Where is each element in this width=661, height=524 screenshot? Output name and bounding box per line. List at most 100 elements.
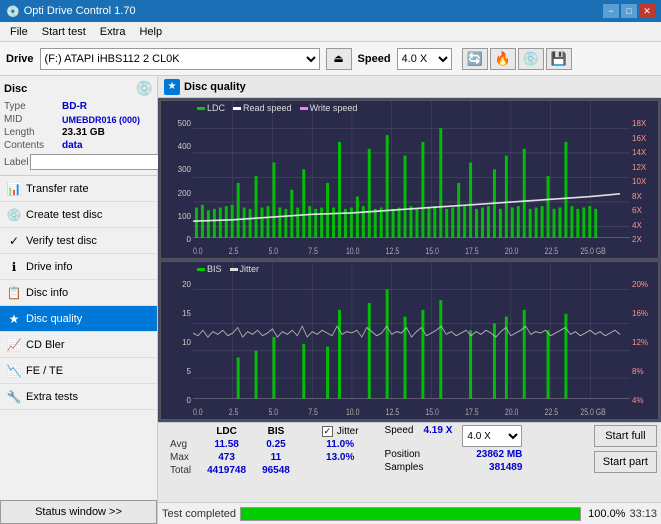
svg-text:5.0: 5.0: [268, 406, 278, 417]
disc-quality-header: ★ Disc quality: [158, 76, 661, 98]
drive-info-label: Drive info: [26, 261, 72, 273]
disc-quality-icon: ★: [6, 311, 22, 327]
ldc-legend: LDC Read speed Write speed: [197, 103, 357, 113]
refresh-icon[interactable]: 🔄: [462, 48, 488, 70]
menu-start-test[interactable]: Start test: [36, 24, 92, 40]
stats-table: LDC BIS ✓ Jitter Avg 11: [162, 425, 367, 477]
sidebar-item-cd-bler[interactable]: 📈 CD Bler: [0, 332, 157, 358]
menu-file[interactable]: File: [4, 24, 34, 40]
max-jitter: 13.0%: [314, 451, 367, 464]
drive-info-icon: ℹ: [6, 259, 22, 275]
svg-text:17.5: 17.5: [465, 245, 479, 256]
drivebar: Drive (F:) ATAPI iHBS112 2 CL0K ⏏ Speed …: [0, 42, 661, 76]
fe-te-label: FE / TE: [26, 365, 63, 377]
max-bis: 11: [254, 451, 298, 464]
label-input[interactable]: [30, 154, 164, 170]
progress-bar-fill: [241, 508, 580, 520]
avg-label: Avg: [162, 438, 199, 451]
speed-dropdown[interactable]: 4.0 X: [462, 425, 522, 447]
label-label: Label: [4, 157, 28, 168]
extra-tests-label: Extra tests: [26, 391, 78, 403]
mid-label: MID: [4, 114, 62, 125]
speed-value: 4.19 X: [423, 425, 452, 447]
bis-chart-inner: BIS Jitter: [193, 262, 630, 419]
speed-select[interactable]: 4.0 X: [397, 48, 452, 70]
svg-text:17.5: 17.5: [465, 406, 479, 417]
svg-text:22.5: 22.5: [545, 245, 559, 256]
ldc-chart-svg: 0.0 2.5 5.0 7.5 10.0 12.5 15.0 17.5 20.0…: [193, 101, 630, 258]
svg-text:10.0: 10.0: [346, 245, 360, 256]
bis-chart-svg: 0.0 2.5 5.0 7.5 10.0 12.5 15.0 17.5 20.0…: [193, 262, 630, 419]
extra-tests-icon: 🔧: [6, 389, 22, 405]
start-part-button[interactable]: Start part: [594, 451, 657, 473]
sidebar-item-drive-info[interactable]: ℹ Drive info: [0, 254, 157, 280]
sidebar-item-verify-test-disc[interactable]: ✓ Verify test disc: [0, 228, 157, 254]
speed-info: Speed 4.19 X 4.0 X Position 23862 MB Sam…: [385, 425, 523, 473]
max-row: Max 473 11 13.0%: [162, 451, 367, 464]
jitter-section: ✓ Jitter: [322, 426, 359, 437]
disc-icon[interactable]: 💿: [518, 48, 544, 70]
write-speed-color-dot: [300, 107, 308, 110]
disc-quality-header-icon: ★: [164, 79, 180, 95]
position-value: 23862 MB: [476, 449, 522, 460]
sidebar-item-disc-info[interactable]: 📋 Disc info: [0, 280, 157, 306]
disc-panel: Disc 💿 Type BD-R MID UMEBDR016 (000) Len…: [0, 76, 157, 176]
jitter-checkbox[interactable]: ✓: [322, 426, 333, 437]
total-ldc: 4419748: [199, 464, 254, 477]
app-icon: 💿: [6, 5, 20, 18]
verify-test-disc-icon: ✓: [6, 233, 22, 249]
disc-label-row: Label 🏷: [4, 153, 153, 171]
cd-bler-icon: 📈: [6, 337, 22, 353]
svg-text:20.0: 20.0: [505, 406, 519, 417]
total-row: Total 4419748 96548: [162, 464, 367, 477]
ldc-chart: 500 400 300 200 100 0 LDC: [160, 100, 659, 259]
sidebar-item-fe-te[interactable]: 📉 FE / TE: [0, 358, 157, 384]
burn-icon[interactable]: 🔥: [490, 48, 516, 70]
sidebar-item-extra-tests[interactable]: 🔧 Extra tests: [0, 384, 157, 410]
eject-button[interactable]: ⏏: [326, 48, 352, 70]
titlebar: 💿 Opti Drive Control 1.70 − □ ✕: [0, 0, 661, 22]
disc-quality-title: Disc quality: [184, 81, 246, 93]
ldc-legend-ldc: LDC: [197, 103, 225, 113]
bis-y-axis-right: 20% 16% 12% 8% 4%: [630, 262, 658, 419]
contents-label: Contents: [4, 140, 62, 151]
sidebar-item-transfer-rate[interactable]: 📊 Transfer rate: [0, 176, 157, 202]
disc-type-row: Type BD-R: [4, 101, 153, 112]
mid-value: UMEBDR016 (000): [62, 115, 140, 125]
status-window-button[interactable]: Status window >>: [0, 500, 157, 524]
window-controls: − □ ✕: [603, 4, 655, 18]
minimize-button[interactable]: −: [603, 4, 619, 18]
total-label: Total: [162, 464, 199, 477]
progress-area: Test completed 100.0% 33:13: [158, 502, 661, 524]
svg-text:15.0: 15.0: [425, 406, 439, 417]
svg-text:10.0: 10.0: [346, 406, 360, 417]
start-full-button[interactable]: Start full: [594, 425, 657, 447]
disc-title: Disc: [4, 83, 27, 95]
save-icon[interactable]: 💾: [546, 48, 572, 70]
close-button[interactable]: ✕: [639, 4, 655, 18]
svg-text:12.5: 12.5: [386, 245, 400, 256]
bis-legend: BIS Jitter: [197, 264, 259, 274]
drive-select[interactable]: (F:) ATAPI iHBS112 2 CL0K: [40, 48, 320, 70]
avg-row: Avg 11.58 0.25 11.0%: [162, 438, 367, 451]
svg-text:25.0 GB: 25.0 GB: [580, 245, 606, 256]
ldc-y-axis-left: 500 400 300 200 100 0: [161, 101, 193, 258]
sidebar-item-disc-quality[interactable]: ★ Disc quality: [0, 306, 157, 332]
sidebar-item-create-test-disc[interactable]: 💿 Create test disc: [0, 202, 157, 228]
menu-help[interactable]: Help: [133, 24, 168, 40]
disc-panel-icon: 💿: [136, 80, 153, 97]
menu-extra[interactable]: Extra: [94, 24, 132, 40]
speed-row: Speed 4.19 X 4.0 X: [385, 425, 523, 447]
svg-text:12.5: 12.5: [386, 406, 400, 417]
charts-area: 500 400 300 200 100 0 LDC: [158, 98, 661, 422]
type-label: Type: [4, 101, 62, 112]
read-speed-color-dot: [233, 107, 241, 110]
svg-text:25.0 GB: 25.0 GB: [580, 406, 606, 417]
svg-text:5.0: 5.0: [268, 245, 278, 256]
menubar: File Start test Extra Help: [0, 22, 661, 42]
disc-length-row: Length 23.31 GB: [4, 127, 153, 138]
position-label: Position: [385, 449, 421, 460]
ldc-y-axis-right: 18X 16X 14X 12X 10X 8X 6X 4X 2X: [630, 101, 658, 258]
maximize-button[interactable]: □: [621, 4, 637, 18]
samples-row: Samples 381489: [385, 462, 523, 473]
